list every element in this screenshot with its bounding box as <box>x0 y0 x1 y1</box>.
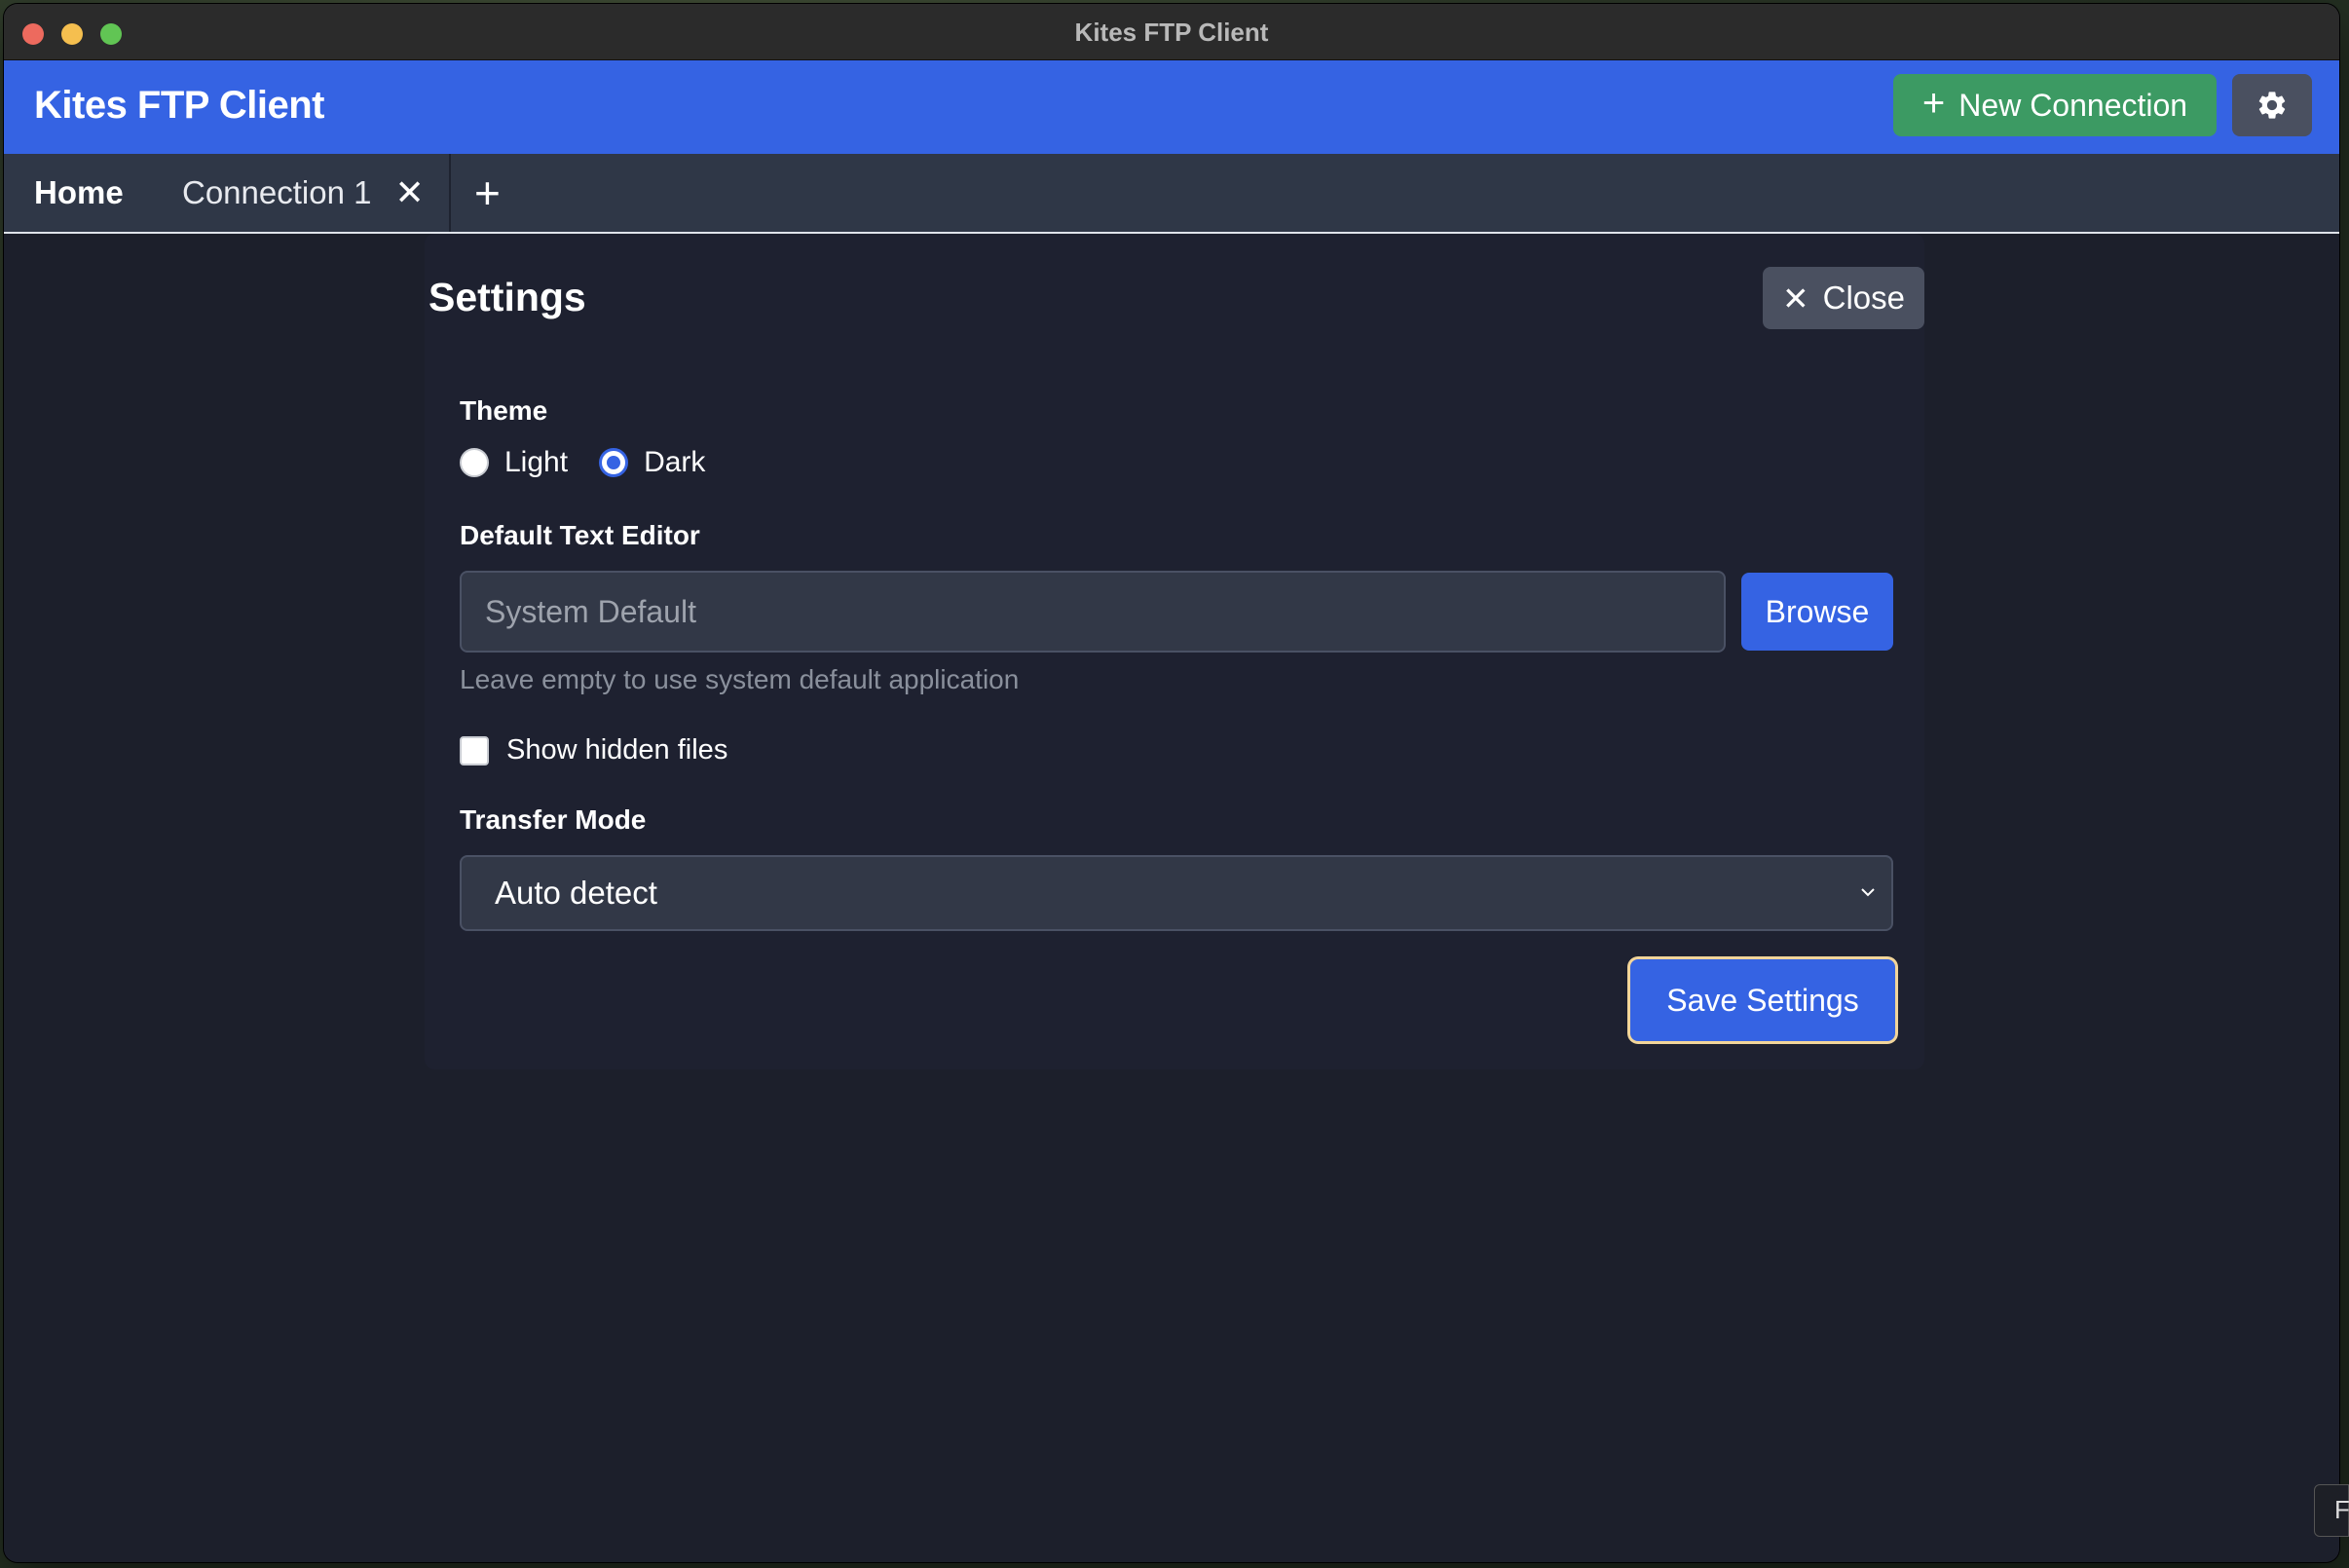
settings-button[interactable] <box>2232 74 2312 136</box>
browse-button[interactable]: Browse <box>1741 573 1893 651</box>
show-hidden-files-label: Show hidden files <box>506 734 728 765</box>
show-hidden-files-row: Show hidden files <box>460 734 727 766</box>
close-icon: ✕ <box>1781 280 1809 317</box>
add-tab-button[interactable]: + <box>474 154 501 232</box>
transfer-mode-select[interactable]: Auto detect <box>460 855 1893 931</box>
theme-light-radio[interactable] <box>460 448 489 477</box>
theme-dark-label: Dark <box>644 446 706 478</box>
transfer-mode-label: Transfer Mode <box>460 804 647 835</box>
main-content: Settings ✕ Close Theme Light Dark Defaul… <box>4 234 2339 1562</box>
tab-home[interactable]: Home <box>34 154 124 232</box>
default-editor-label: Default Text Editor <box>460 520 700 550</box>
theme-dark-radio[interactable] <box>599 448 629 477</box>
tab-bar: Home Connection 1 ✕ + <box>4 154 2339 234</box>
close-settings-button[interactable]: ✕ Close <box>1763 267 1924 329</box>
theme-radio-group: Light Dark <box>460 446 736 479</box>
tab-divider <box>449 154 451 232</box>
default-editor-hint: Leave empty to use system default applic… <box>460 664 1020 694</box>
chevron-down-icon <box>1861 888 1875 897</box>
window-title: Kites FTP Client <box>1074 18 1269 47</box>
app-window: Kites FTP Client Kites FTP Client + New … <box>4 4 2339 1562</box>
default-editor-input[interactable]: System Default <box>460 571 1726 653</box>
gear-icon <box>2258 92 2286 119</box>
page-title: Settings <box>429 275 586 319</box>
tab-connection-label: Connection 1 <box>182 174 372 210</box>
close-label: Close <box>1822 280 1906 316</box>
new-connection-label: New Connection <box>1958 87 2188 123</box>
offscreen-window-edge: F <box>2314 1484 2349 1537</box>
new-connection-button[interactable]: + New Connection <box>1893 74 2217 136</box>
app-title: Kites FTP Client <box>34 84 324 127</box>
transfer-mode-value: Auto detect <box>495 875 657 911</box>
close-tab-icon[interactable]: ✕ <box>394 172 424 213</box>
title-bar: Kites FTP Client <box>4 4 2339 60</box>
app-header: Kites FTP Client + New Connection <box>4 60 2339 154</box>
plus-icon: + <box>1921 82 1946 125</box>
theme-light-label: Light <box>504 446 569 478</box>
theme-label: Theme <box>460 395 548 426</box>
save-settings-button[interactable]: Save Settings <box>1630 959 1895 1041</box>
show-hidden-files-checkbox[interactable] <box>460 735 489 765</box>
tab-connection-1[interactable]: Connection 1 ✕ <box>182 154 425 232</box>
